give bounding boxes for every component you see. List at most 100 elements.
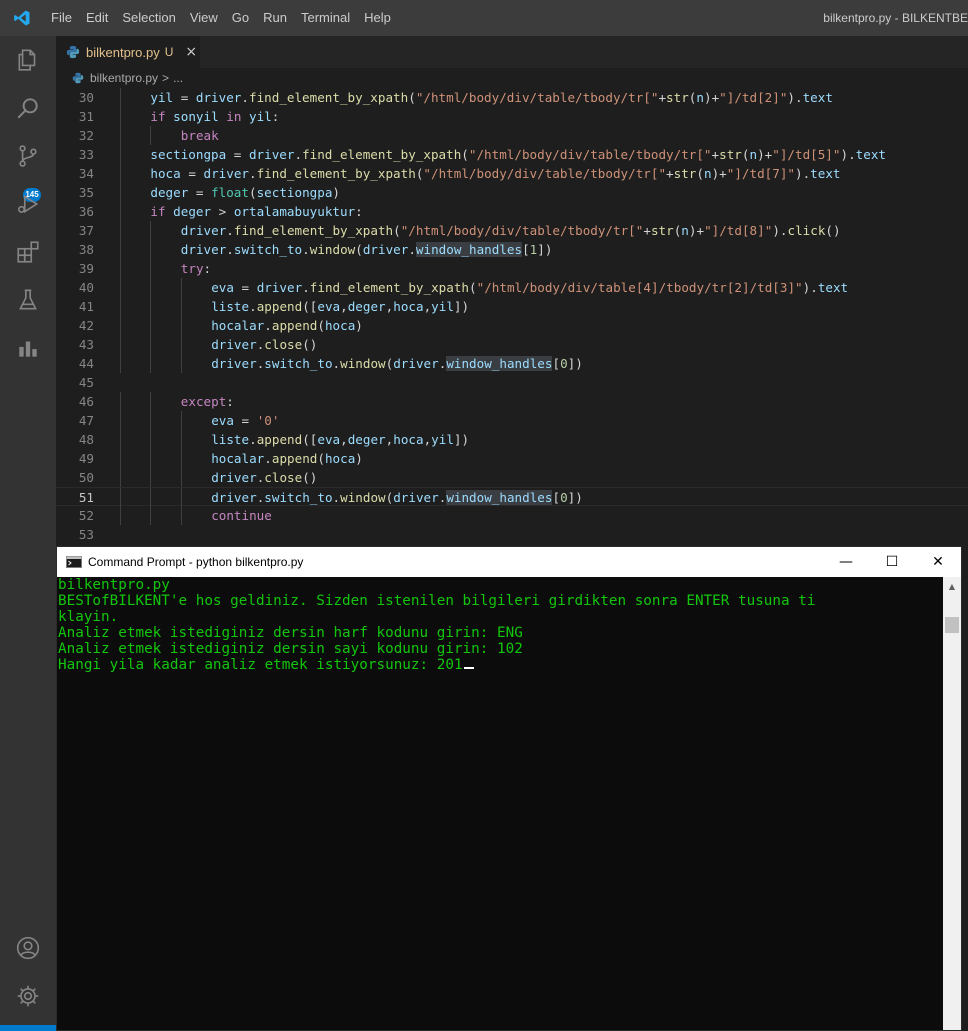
scrollbar-thumb[interactable] [945, 617, 959, 633]
indent-guide [120, 126, 121, 145]
command-prompt-title: Command Prompt - python bilkentpro.py [88, 555, 304, 569]
code-line[interactable]: 39 try: [56, 259, 968, 278]
code-line[interactable]: 41 liste.append([eva,deger,hoca,yil]) [56, 297, 968, 316]
indent-guide [150, 278, 152, 297]
code-line[interactable]: 38 driver.switch_to.window(driver.window_… [56, 240, 968, 259]
breadcrumb-file[interactable]: bilkentpro.py [90, 71, 158, 85]
code-line[interactable]: 47 eva = '0' [56, 411, 968, 430]
indent-guide [120, 88, 121, 107]
menu-run[interactable]: Run [256, 0, 294, 36]
command-prompt-title-bar[interactable]: Command Prompt - python bilkentpro.py — … [57, 547, 961, 577]
console-line: Analiz etmek istediginiz dersin sayi kod… [58, 641, 523, 657]
code-line[interactable]: 53 [56, 525, 968, 544]
settings-gear-icon[interactable] [0, 972, 56, 1020]
breadcrumb-separator: > [162, 71, 170, 85]
code-text: eva = '0' [211, 413, 280, 428]
code-line[interactable]: 50 driver.close() [56, 468, 968, 487]
indent-guide [180, 354, 182, 373]
tab-close-icon[interactable]: × [185, 44, 197, 60]
line-number: 33 [78, 147, 94, 162]
code-line[interactable]: 37 driver.find_element_by_xpath("/html/bo… [56, 221, 968, 240]
indent-guide [120, 488, 121, 507]
code-text: yil = driver.find_element_by_xpath("/htm… [150, 90, 833, 105]
code-line[interactable]: 51 driver.switch_to.window(driver.window_… [56, 487, 968, 507]
indent-guide [150, 392, 152, 411]
code-line[interactable]: 36 if deger > ortalamabuyuktur: [56, 202, 968, 221]
command-prompt-window[interactable]: Command Prompt - python bilkentpro.py — … [56, 546, 962, 1031]
code-line[interactable]: 48 liste.append([eva,deger,hoca,yil]) [56, 430, 968, 449]
code-text: continue [211, 508, 272, 523]
console-prompt-line[interactable]: Hangi yila kadar analiz etmek istiyorsun… [58, 657, 943, 673]
indent-guide [150, 335, 152, 354]
code-text: driver.find_element_by_xpath("/html/body… [180, 223, 841, 238]
indent-guide [180, 297, 182, 316]
indent-guide [120, 202, 121, 221]
code-line[interactable]: 52 continue [56, 506, 968, 525]
console-line: klayin. [58, 609, 119, 625]
minimize-button[interactable]: — [823, 547, 869, 577]
search-icon[interactable] [0, 84, 56, 132]
line-number: 50 [78, 470, 94, 485]
menu-go[interactable]: Go [225, 0, 256, 36]
code-line[interactable]: 43 driver.close() [56, 335, 968, 354]
indent-guide [120, 449, 121, 468]
maximize-button[interactable]: ☐ [869, 547, 915, 577]
indent-guide [180, 449, 182, 468]
line-number: 38 [78, 242, 94, 257]
python-file-icon [72, 72, 84, 84]
indent-guide [120, 506, 121, 525]
line-number: 49 [78, 451, 94, 466]
line-number: 53 [78, 527, 94, 542]
code-line[interactable]: 44 driver.switch_to.window(driver.window_… [56, 354, 968, 373]
chart-icon[interactable] [0, 324, 56, 372]
menu-help[interactable]: Help [357, 0, 398, 36]
line-number: 45 [78, 375, 94, 390]
line-number: 44 [78, 356, 94, 371]
explorer-icon[interactable] [0, 36, 56, 84]
indent-guide [120, 164, 121, 183]
code-line[interactable]: 49 hocalar.append(hoca) [56, 449, 968, 468]
code-line[interactable]: 45 [56, 373, 968, 392]
indent-guide [120, 468, 121, 487]
indent-guide [120, 354, 121, 373]
code-text: try: [180, 261, 212, 276]
menu-file[interactable]: File [44, 0, 79, 36]
code-line[interactable]: 35 deger = float(sectiongpa) [56, 183, 968, 202]
code-line[interactable]: 40 eva = driver.find_element_by_xpath("/h… [56, 278, 968, 297]
console-prompt-text: Hangi yila kadar analiz etmek istiyorsun… [58, 657, 463, 673]
indent-guide [150, 411, 152, 430]
code-line[interactable]: 32 break [56, 126, 968, 145]
indent-guide [180, 316, 182, 335]
console-icon [66, 556, 82, 568]
code-line[interactable]: 42 hocalar.append(hoca) [56, 316, 968, 335]
indent-guide [150, 297, 152, 316]
window-title: bilkentpro.py - BILKENTBE [823, 11, 968, 25]
close-button[interactable]: ✕ [915, 547, 961, 577]
code-line[interactable]: 33 sectiongpa = driver.find_element_by_xp… [56, 145, 968, 164]
console-output[interactable]: bilkentpro.py BESTofBILKENT'e hos geldin… [57, 577, 943, 1030]
code-line[interactable]: 46 except: [56, 392, 968, 411]
menu-view[interactable]: View [183, 0, 225, 36]
console-scrollbar[interactable]: ▲ [943, 577, 961, 1030]
run-debug-icon[interactable] [0, 180, 56, 228]
code-line[interactable]: 34 hoca = driver.find_element_by_xpath("/… [56, 164, 968, 183]
menu-selection[interactable]: Selection [115, 0, 182, 36]
code-text: sectiongpa = driver.find_element_by_xpat… [150, 147, 886, 162]
line-number: 39 [78, 261, 94, 276]
indent-guide [150, 506, 152, 525]
menu-terminal[interactable]: Terminal [294, 0, 357, 36]
source-control-icon[interactable] [0, 132, 56, 180]
testing-icon[interactable] [0, 276, 56, 324]
breadcrumb: bilkentpro.py > ... [56, 68, 968, 88]
account-icon[interactable] [0, 924, 56, 972]
line-number: 41 [78, 299, 94, 314]
scroll-up-arrow-icon[interactable]: ▲ [943, 577, 961, 595]
indent-guide [120, 335, 121, 354]
breadcrumb-symbols[interactable]: ... [173, 71, 183, 85]
code-line[interactable]: 31 if sonyil in yil: [56, 107, 968, 126]
menu-edit[interactable]: Edit [79, 0, 115, 36]
code-line[interactable]: 30 yil = driver.find_element_by_xpath("/h… [56, 88, 968, 107]
code-editor[interactable]: 30 yil = driver.find_element_by_xpath("/h… [56, 88, 968, 546]
extensions-icon[interactable] [0, 228, 56, 276]
tab-bilkentpro[interactable]: bilkentpro.py U × [56, 36, 200, 68]
